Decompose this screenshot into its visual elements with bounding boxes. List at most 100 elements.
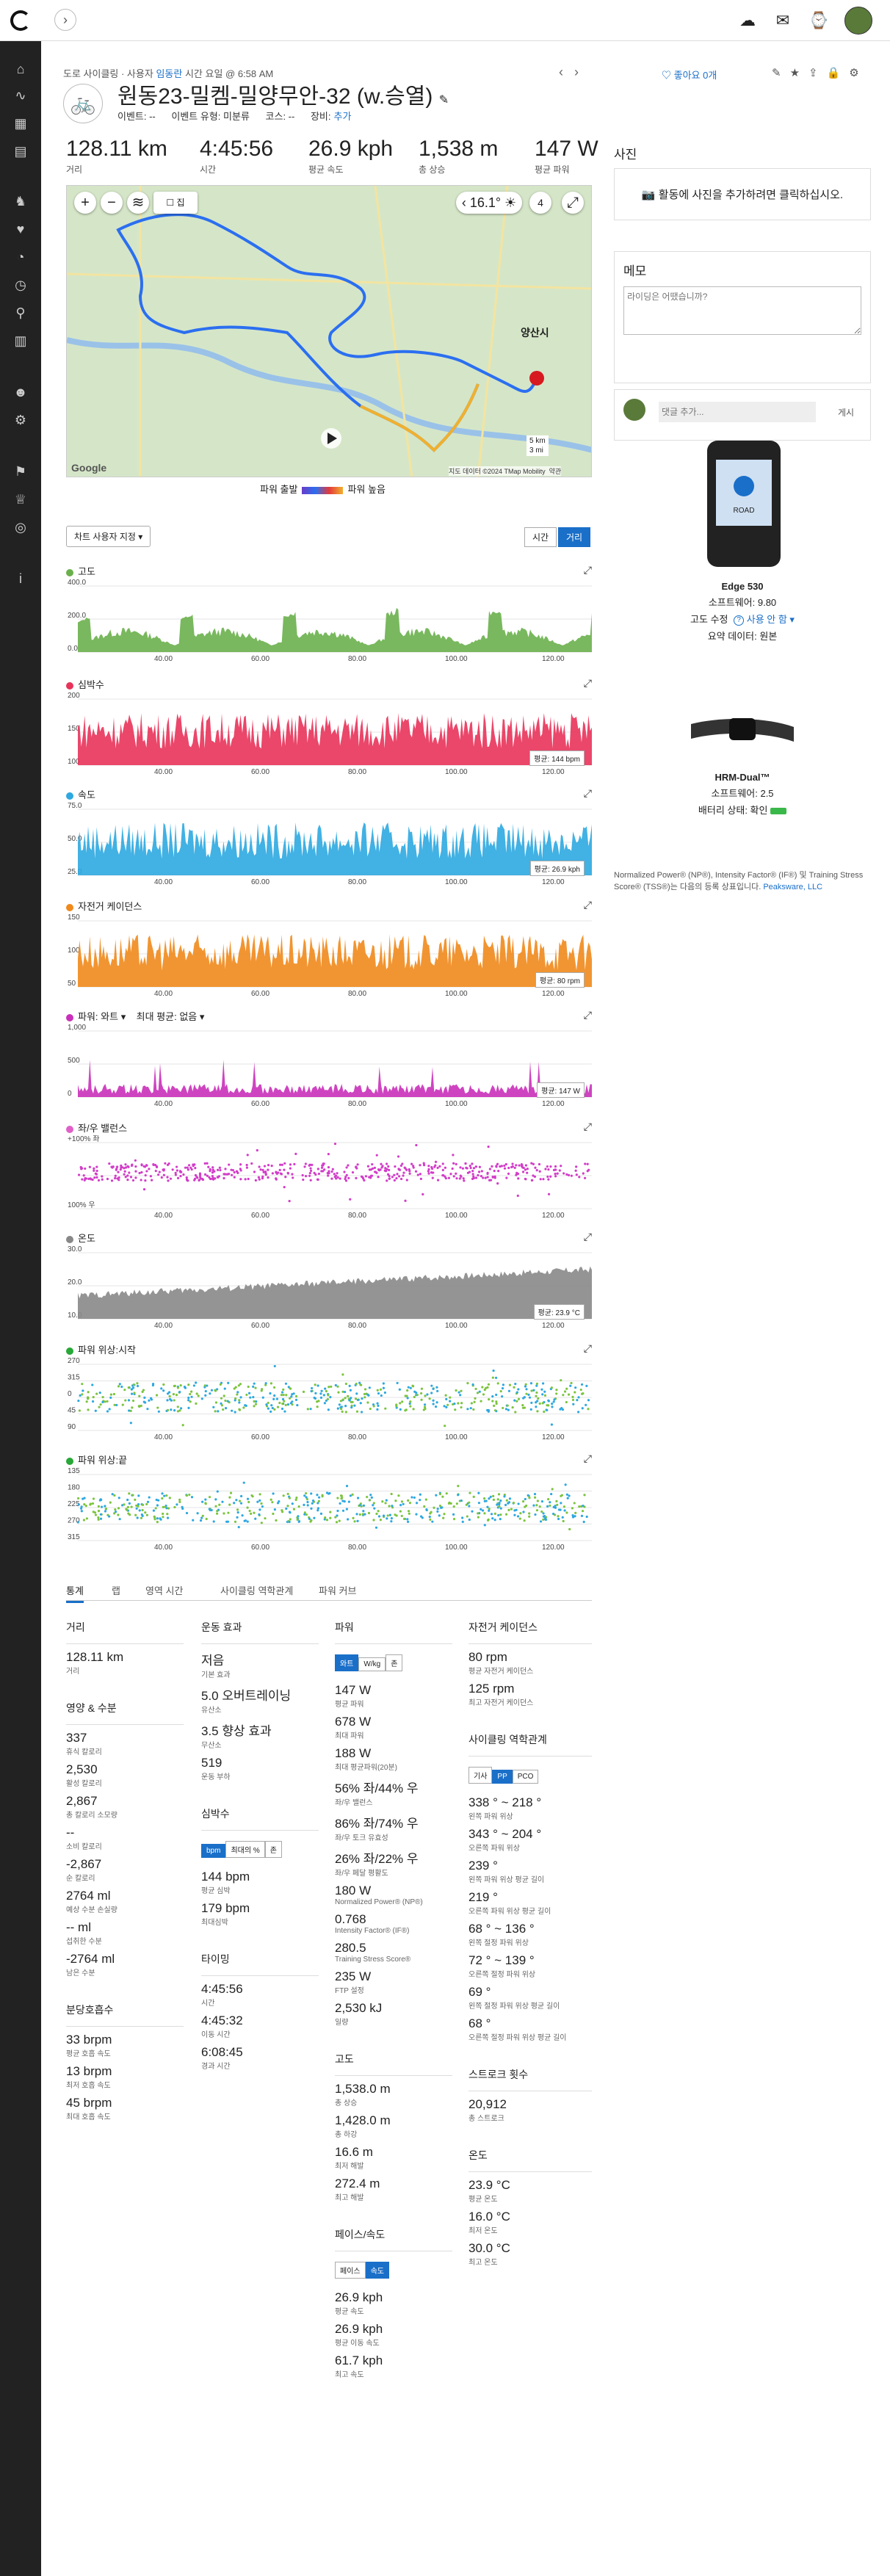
event-type-select[interactable]: 이벤트 유형: 미분류 bbox=[171, 111, 250, 122]
heart-icon[interactable]: ♥ bbox=[12, 220, 29, 238]
expand-chart-icon[interactable]: ⤢ bbox=[584, 899, 592, 911]
data-point bbox=[85, 1400, 88, 1403]
bar-chart-icon[interactable]: ▥ bbox=[12, 332, 29, 350]
chart-extra-select[interactable]: 최대 평균: 없음 bbox=[137, 1011, 198, 1022]
settings-icon[interactable]: ⚙ bbox=[849, 67, 867, 79]
unit-toggle[interactable]: 존 bbox=[264, 1841, 282, 1858]
tab-power-curve[interactable]: 파워 커브 bbox=[319, 1583, 356, 1597]
data-point bbox=[527, 1393, 530, 1396]
chart-customize-select[interactable]: 차트 사용자 지정 ▾ bbox=[66, 526, 151, 547]
expand-chart-icon[interactable]: ⤢ bbox=[584, 1452, 592, 1465]
unit-toggle[interactable]: 최대의 % bbox=[225, 1841, 265, 1858]
upload-icon[interactable]: ☁ bbox=[737, 10, 758, 31]
unit-toggle[interactable]: 기사 bbox=[468, 1767, 493, 1784]
prev-arrow-icon[interactable]: ‹ bbox=[559, 65, 563, 79]
data-point bbox=[532, 1504, 535, 1507]
garmin-logo-icon[interactable] bbox=[10, 10, 31, 31]
expand-chart-icon[interactable]: ⤢ bbox=[584, 787, 592, 800]
chart-0[interactable]: 고도 ⤢ 400.0 200.0 0.0 40.00 60.00 80.00 100.00 120… bbox=[66, 564, 592, 667]
data-point bbox=[145, 1164, 148, 1167]
clock-icon[interactable]: ◷ bbox=[12, 276, 29, 294]
layers-icon[interactable]: ≋ bbox=[127, 192, 149, 214]
calendar-icon[interactable]: ▦ bbox=[12, 115, 29, 132]
bike-icon[interactable]: ⚙ bbox=[12, 411, 29, 429]
avatar[interactable] bbox=[844, 7, 872, 35]
comment-post-button[interactable]: 게시 bbox=[838, 406, 854, 419]
expand-chart-icon[interactable]: ⤢ bbox=[584, 677, 592, 690]
lock-icon[interactable]: 🔒 bbox=[827, 67, 850, 79]
expand-chart-icon[interactable]: ⤢ bbox=[584, 1121, 592, 1133]
unit-toggle[interactable]: 속도 bbox=[365, 2262, 390, 2279]
chart-4[interactable]: 파워: 와트 ▾ 최대 평균: 없음 ▾ ⤢ 1,000 500 0 40.00 60.00… bbox=[66, 1009, 592, 1112]
memo-textarea[interactable] bbox=[623, 286, 861, 335]
chart-3[interactable]: 자전거 케이던스 ⤢ 150 100 50 40.00 60.00 80.00 100.00 12… bbox=[66, 899, 592, 1002]
edit-pencil-icon[interactable]: ✎ bbox=[772, 67, 790, 79]
run-icon[interactable]: ♞ bbox=[12, 192, 29, 210]
terms-link[interactable]: 약관 bbox=[549, 468, 562, 475]
edit-icon[interactable]: ✎ bbox=[439, 94, 449, 106]
table-icon[interactable]: ▤ bbox=[12, 142, 29, 160]
unit-toggle[interactable]: PP bbox=[492, 1770, 513, 1784]
challenge-icon[interactable]: ⚑ bbox=[12, 463, 29, 480]
share-icon[interactable]: ⇪ bbox=[808, 67, 827, 79]
data-point bbox=[413, 1395, 416, 1399]
end-marker-icon[interactable] bbox=[529, 371, 544, 386]
tab-laps[interactable]: 랩 bbox=[112, 1583, 120, 1597]
weather-widget[interactable]: ‹ 16.1° ☀ bbox=[456, 192, 522, 214]
watch-icon[interactable]: ⌚ bbox=[808, 10, 829, 31]
unit-toggle[interactable]: 와트 bbox=[335, 1654, 359, 1671]
event-select[interactable]: 이벤트: -- bbox=[117, 111, 156, 122]
unit-toggle[interactable]: 존 bbox=[386, 1654, 403, 1671]
home-icon[interactable]: ⌂ bbox=[12, 60, 29, 78]
chart-7[interactable]: 파워 위상:시작 ⤢ 270 315 0 45 90 40.00 60.00 80.00 100.0… bbox=[66, 1342, 592, 1445]
expand-sidebar-button[interactable]: › bbox=[54, 9, 76, 31]
info-icon[interactable]: i bbox=[12, 570, 29, 587]
data-point bbox=[316, 1494, 319, 1497]
toggle-time[interactable]: 시간 bbox=[524, 527, 557, 547]
unit-toggle[interactable]: W/kg bbox=[358, 1657, 386, 1671]
unit-toggle[interactable]: bpm bbox=[201, 1844, 226, 1858]
activity-title[interactable]: 원동23-밀켐-밀양무안-32 (w.승열) ✎ bbox=[117, 78, 449, 110]
tab-stats[interactable]: 통계 bbox=[66, 1583, 84, 1603]
tab-dynamics[interactable]: 사이클링 역학관계 bbox=[220, 1583, 293, 1597]
chart-1[interactable]: 심박수 ⤢ 200 150 100 40.00 60.00 80.00 100.00 120.00… bbox=[66, 677, 592, 780]
toggle-distance[interactable]: 거리 bbox=[558, 527, 591, 547]
chart-6[interactable]: 온도 ⤢ 30.0 20.0 10.0 40.00 60.00 80.00 100.00 120.… bbox=[66, 1231, 592, 1334]
zoom-out-button[interactable]: − bbox=[101, 192, 123, 214]
unit-toggle[interactable]: PCO bbox=[512, 1770, 539, 1784]
add-photo-area[interactable]: 📷 활동에 사진을 추가하려면 클릭하십시오. bbox=[614, 168, 871, 220]
gauge-icon[interactable]: ◔ bbox=[12, 248, 29, 266]
expand-chart-icon[interactable]: ⤢ bbox=[584, 1009, 592, 1021]
expand-chart-icon[interactable]: ⤢ bbox=[584, 564, 592, 576]
data-point bbox=[432, 1399, 435, 1402]
comment-input[interactable] bbox=[659, 402, 816, 422]
map-count-badge[interactable]: 4 bbox=[529, 192, 551, 214]
peaksware-link[interactable]: Peaksware, LLC bbox=[763, 883, 822, 891]
zoom-in-button[interactable]: + bbox=[74, 192, 96, 214]
unit-toggle[interactable]: 페이스 bbox=[335, 2262, 366, 2279]
chart-5[interactable]: 좌/우 밸런스 ⤢ +100% 좌 100% 우 40.00 60.00 80.00 100.… bbox=[66, 1121, 592, 1223]
course-select[interactable]: 코스: -- bbox=[266, 111, 295, 122]
inbox-icon[interactable]: ✉ bbox=[773, 10, 793, 31]
map-checkbox[interactable]: ☐ 집 bbox=[153, 192, 198, 214]
wave-icon[interactable]: ∿ bbox=[12, 87, 29, 104]
chart-8[interactable]: 파워 위상:끝 ⤢ 135 180 225 270 315 40.00 60.00 80.00 10… bbox=[66, 1452, 592, 1555]
next-arrow-icon[interactable]: › bbox=[574, 65, 579, 79]
expand-chart-icon[interactable]: ⤢ bbox=[584, 1342, 592, 1355]
data-point bbox=[566, 1497, 569, 1499]
data-point bbox=[575, 1173, 578, 1176]
chart-2[interactable]: 속도 ⤢ 75.0 50.0 25.0 40.00 60.00 80.00 100.00 120.… bbox=[66, 787, 592, 890]
trophy-icon[interactable]: ♕ bbox=[12, 491, 29, 508]
pin-icon[interactable]: ⚲ bbox=[12, 304, 29, 322]
elev-correction-select[interactable]: 사용 안 함 ▾ bbox=[747, 614, 795, 625]
route-map[interactable]: + − ≋ ☐ 집 ‹ 16.1° ☀ 4 ⤢ 양산시 5 km 3 mi Goo… bbox=[66, 185, 592, 477]
data-point bbox=[241, 1514, 244, 1517]
group-icon[interactable]: ☻ bbox=[12, 383, 29, 401]
expand-chart-icon[interactable]: ⤢ bbox=[584, 1231, 592, 1243]
star-icon[interactable]: ★ bbox=[790, 67, 808, 79]
gear-add-link[interactable]: 추가 bbox=[334, 111, 352, 122]
tab-zones[interactable]: 영역 시간 bbox=[145, 1583, 183, 1597]
fullscreen-icon[interactable]: ⤢ bbox=[562, 192, 584, 214]
target-icon[interactable]: ◎ bbox=[12, 518, 29, 536]
like-button[interactable]: ♡ 좋아요 0개 bbox=[662, 68, 717, 82]
